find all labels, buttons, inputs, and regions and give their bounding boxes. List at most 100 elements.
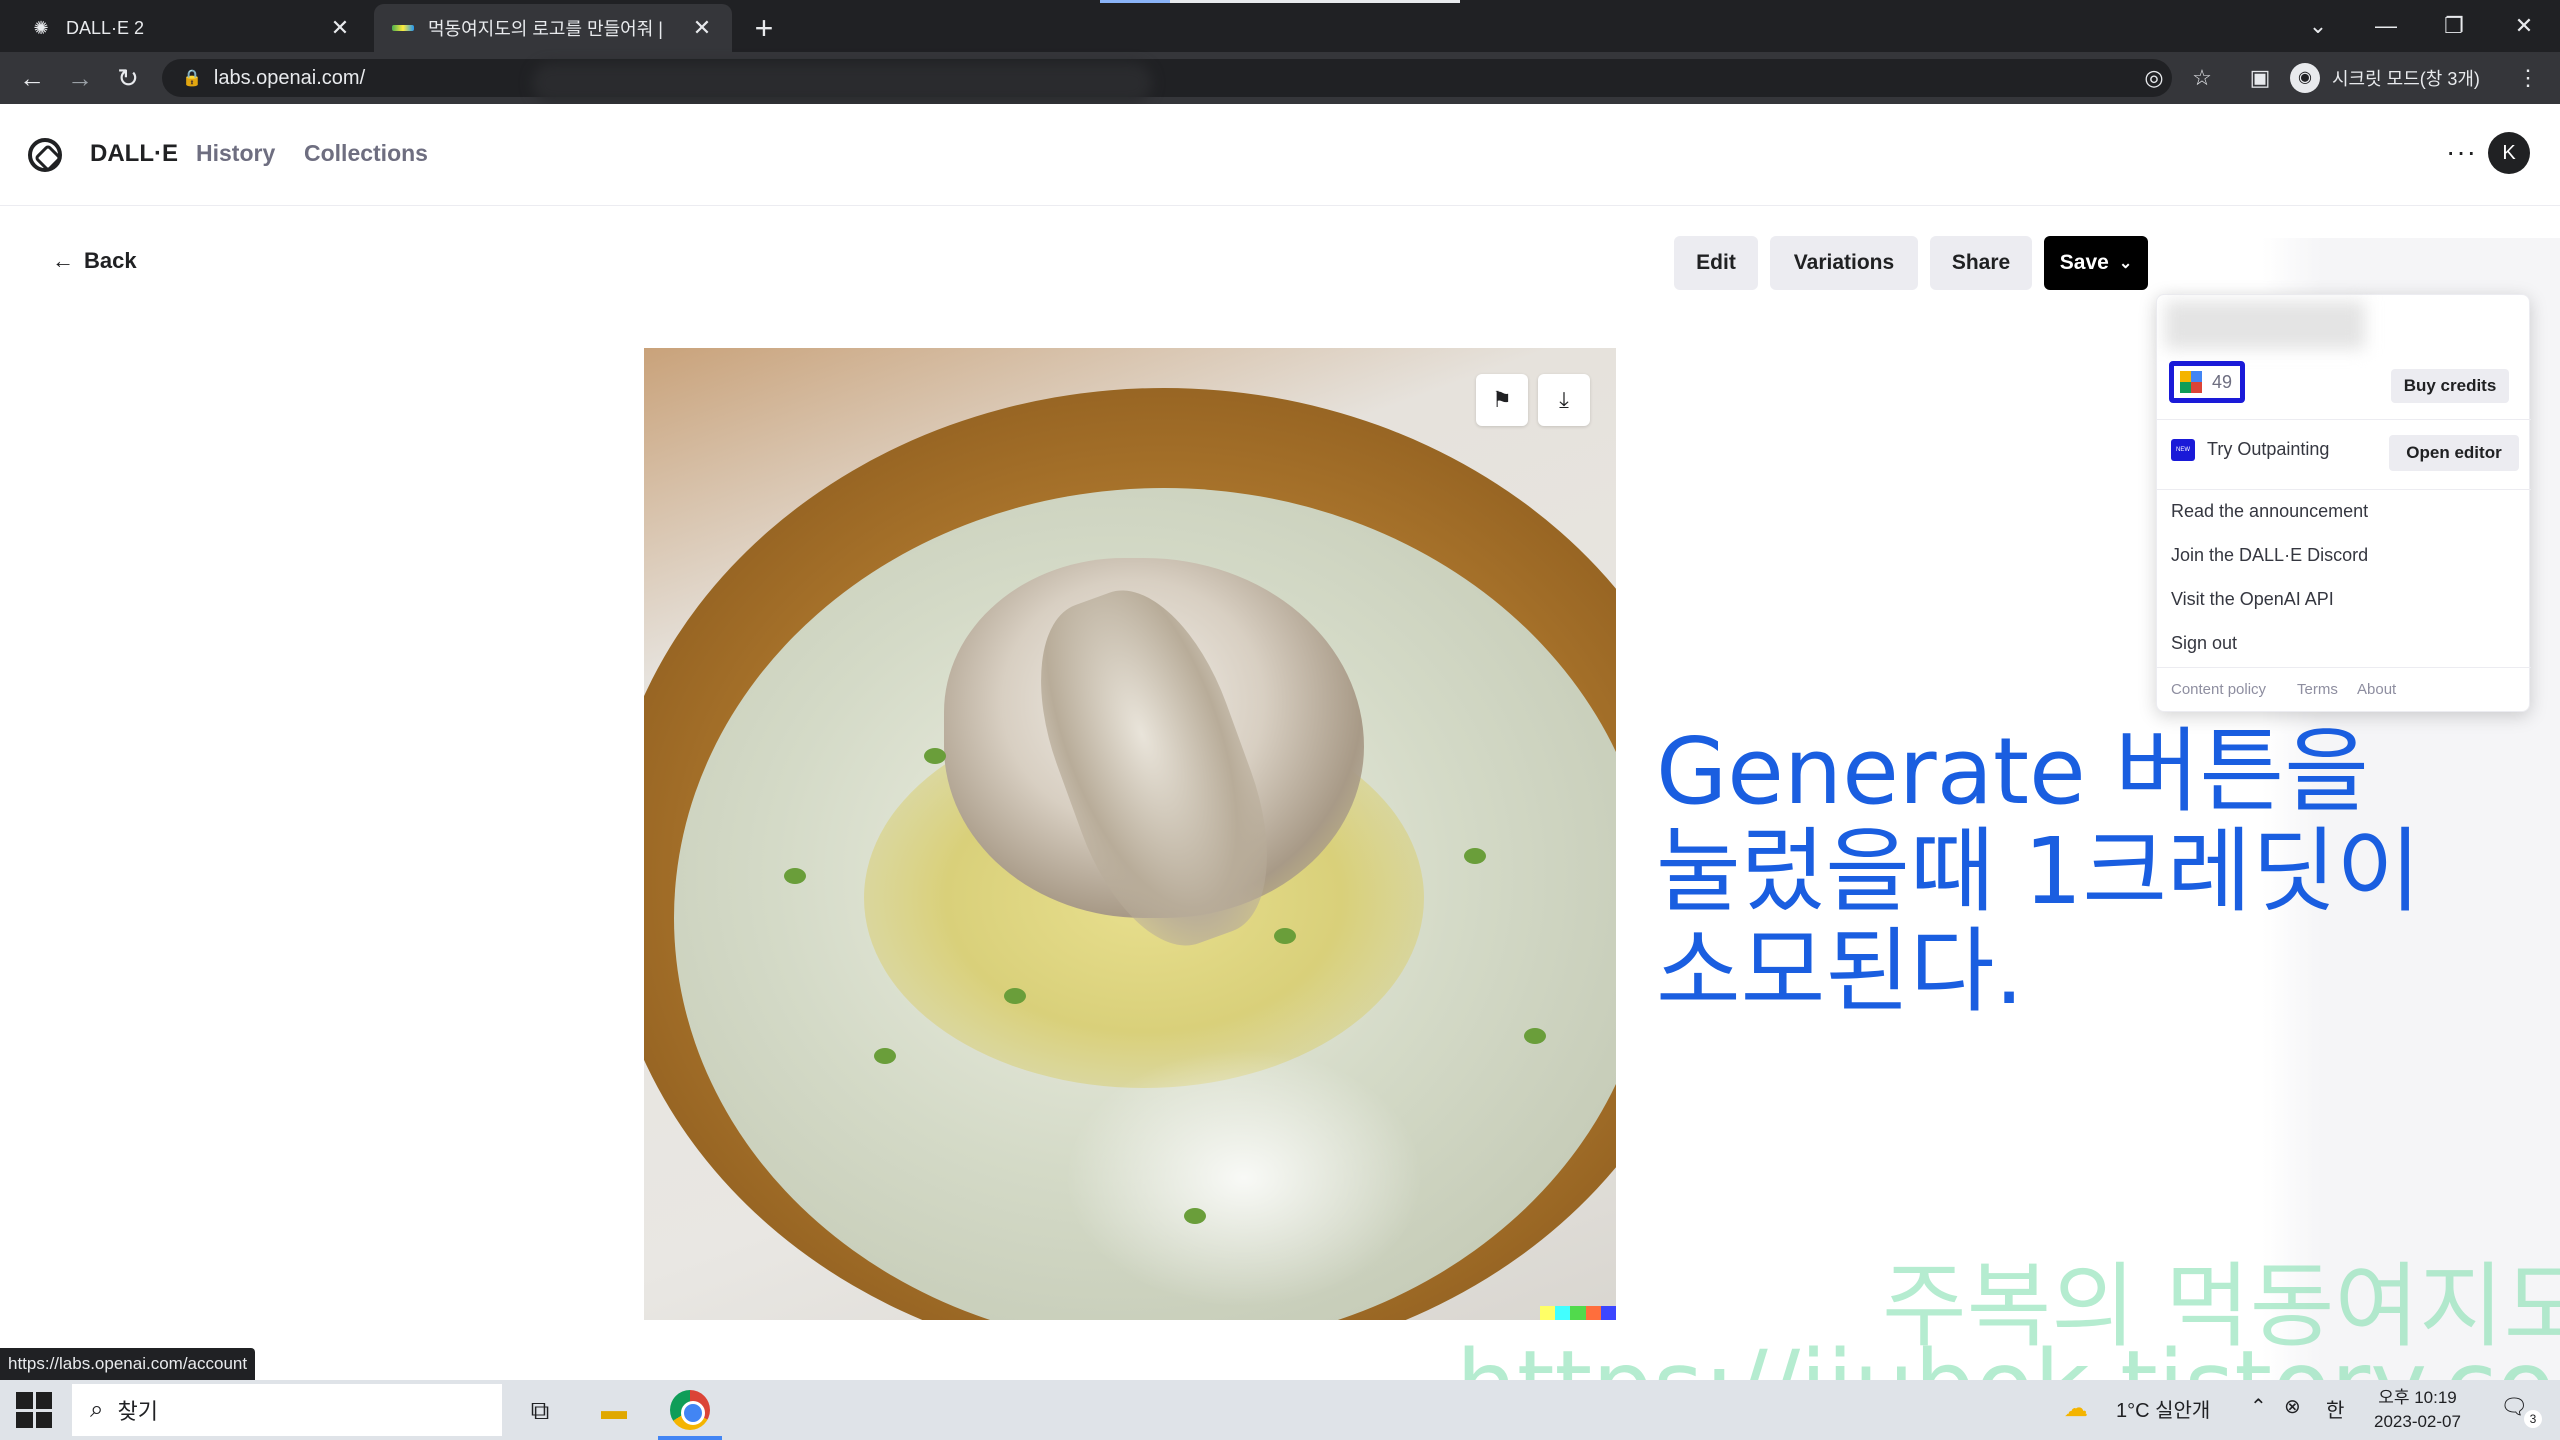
windows-start-icon[interactable]: [16, 1392, 52, 1428]
image-pea: [1184, 1208, 1206, 1224]
tab-active[interactable]: 먹동여지도의 로고를 만들어줘 | ✕: [374, 4, 732, 52]
dalle-signature: [1540, 1306, 1616, 1320]
openai-logo-icon[interactable]: [28, 138, 62, 172]
tab-close-icon[interactable]: ✕: [690, 15, 714, 41]
close-window-button[interactable]: ✕: [2496, 6, 2552, 46]
nav-history[interactable]: History: [196, 140, 275, 167]
footer-content-policy[interactable]: Content policy: [2171, 681, 2266, 698]
tab-title: 먹동여지도의 로고를 만들어줘 |: [428, 19, 663, 39]
openai-favicon-icon: ✺: [33, 17, 49, 38]
bookmark-star-icon[interactable]: ☆: [2184, 60, 2220, 96]
side-panel-icon[interactable]: ▣: [2242, 60, 2278, 96]
incognito-indicator[interactable]: ◉ 시크릿 모드(창 3개): [2290, 60, 2480, 96]
browser-tab-bar: ✺ DALL·E 2 ✕ 먹동여지도의 로고를 만들어줘 | ✕ + ⌄ — ❐…: [0, 0, 2560, 52]
taskbar-search-text: 찾기: [117, 1399, 158, 1424]
windows-taskbar: ⌕ 찾기 ⧉ ▬ ☁ 1°C 실안개 ⌃ ⊗ 한 오후 10:19 2023-0…: [0, 1380, 2560, 1440]
chrome-icon[interactable]: [670, 1390, 710, 1430]
save-label: Save: [2059, 251, 2109, 274]
open-editor-button[interactable]: Open editor: [2389, 435, 2519, 471]
back-button[interactable]: ← Back: [52, 248, 137, 274]
arrow-left-icon: ←: [52, 248, 74, 273]
user-info-redaction: [2165, 301, 2365, 349]
system-clock[interactable]: 오후 10:19 2023-02-07: [2374, 1386, 2461, 1434]
new-badge: NEW: [2171, 439, 2195, 461]
browser-toolbar: ← → ↻ 🔒 labs.openai.com/ ◎ ☆ ▣ ◉ 시크릿 모드(…: [0, 52, 2560, 104]
menu-item-discord[interactable]: Join the DALL·E Discord: [2171, 545, 2368, 566]
address-bar[interactable]: 🔒 labs.openai.com/: [162, 59, 2172, 103]
ime-indicator[interactable]: 한: [2326, 1394, 2344, 1423]
share-button[interactable]: Share: [1930, 236, 2032, 290]
back-label: Back: [84, 248, 137, 273]
reload-icon[interactable]: ↻: [110, 60, 146, 96]
image-pea: [1464, 848, 1486, 864]
clock-date: 2023-02-07: [2374, 1412, 2461, 1431]
divider: [2157, 667, 2531, 668]
more-options-icon[interactable]: ···: [2446, 136, 2477, 168]
annotation-line: 소모된다.: [1656, 918, 2024, 1025]
nav-collections[interactable]: Collections: [304, 140, 428, 167]
divider: [2157, 419, 2531, 420]
annotation-line: 눌렀을때 1크레딧이: [1656, 818, 2421, 925]
loading-indicator-track: [1170, 0, 1460, 3]
new-tab-button[interactable]: +: [748, 10, 780, 47]
url-text: labs.openai.com/: [213, 66, 366, 89]
annotation-line: Generate 버튼을: [1656, 718, 2369, 825]
tab-dalle[interactable]: ✺ DALL·E 2 ✕: [12, 4, 370, 52]
try-outpainting-label: Try Outpainting: [2207, 439, 2330, 459]
minimize-button[interactable]: —: [2358, 6, 2414, 46]
image-pea: [1274, 928, 1296, 944]
menu-item-sign-out[interactable]: Sign out: [2171, 633, 2237, 654]
weather-text[interactable]: 1°C 실안개: [2116, 1394, 2210, 1423]
tab-title: DALL·E 2: [66, 17, 145, 38]
save-button[interactable]: Save ⌄: [2044, 236, 2148, 290]
image-pea: [1004, 988, 1026, 1004]
menu-item-openai-api[interactable]: Visit the OpenAI API: [2171, 589, 2334, 610]
credits-counter: 49: [2169, 361, 2245, 403]
footer-about[interactable]: About: [2357, 681, 2396, 698]
avatar[interactable]: K: [2488, 132, 2530, 174]
clock-time: 오후 10:19: [2378, 1388, 2457, 1407]
tray-close-icon[interactable]: ⊗: [2284, 1394, 2301, 1419]
restore-button[interactable]: ❐: [2426, 6, 2482, 46]
variations-button[interactable]: Variations: [1770, 236, 1918, 290]
task-view-icon[interactable]: ⧉: [516, 1388, 564, 1432]
brand-link[interactable]: DALL·E: [90, 140, 178, 168]
image-pea: [1524, 1028, 1546, 1044]
divider: [2157, 489, 2531, 490]
taskbar-search[interactable]: ⌕ 찾기: [72, 1384, 502, 1436]
flag-icon[interactable]: ⚑: [1476, 374, 1528, 426]
tab-search-icon[interactable]: ⌄: [2290, 6, 2346, 46]
chevron-down-icon: ⌄: [2118, 255, 2133, 272]
incognito-label: 시크릿 모드(창 3개): [2332, 69, 2480, 89]
file-explorer-icon[interactable]: ▬: [590, 1388, 638, 1432]
status-url-bubble: https://labs.openai.com/account: [0, 1348, 256, 1380]
generated-image[interactable]: ⚑ ⤓: [644, 348, 1616, 1320]
footer-terms[interactable]: Terms: [2297, 681, 2338, 698]
active-app-indicator: [658, 1436, 722, 1440]
image-pea: [874, 1048, 896, 1064]
url-redaction: [532, 63, 1152, 103]
annotation-text: Generate 버튼을 눌렀을때 1크레딧이 소모된다.: [1656, 722, 2476, 1022]
tab-close-icon[interactable]: ✕: [328, 15, 352, 41]
download-icon[interactable]: ⤓: [1538, 374, 1590, 426]
forward-arrow-icon[interactable]: →: [62, 60, 98, 96]
image-reflection: [1064, 1048, 1424, 1308]
edit-button[interactable]: Edit: [1674, 236, 1758, 290]
image-pea: [784, 868, 806, 884]
dalle-page: DALL·E History Collections ··· K ← Back …: [0, 104, 2560, 1380]
eye-off-icon[interactable]: ◎: [2136, 60, 2172, 96]
tistory-favicon-icon: [392, 17, 414, 39]
menu-item-announcement[interactable]: Read the announcement: [2171, 501, 2368, 522]
tray-chevron-icon[interactable]: ⌃: [2250, 1394, 2267, 1419]
back-arrow-icon[interactable]: ←: [14, 60, 50, 96]
weather-icon: ☁: [2064, 1395, 2088, 1422]
image-pea: [924, 748, 946, 764]
lock-icon: 🔒: [182, 70, 202, 87]
browser-menu-icon[interactable]: ⋮: [2510, 60, 2546, 96]
search-icon: ⌕: [90, 1396, 104, 1423]
buy-credits-button[interactable]: Buy credits: [2391, 369, 2509, 403]
credits-icon: [2180, 371, 2202, 393]
incognito-icon: ◉: [2290, 63, 2320, 93]
account-dropdown: 49 Buy credits NEW Try Outpainting Open …: [2156, 294, 2531, 712]
top-nav: DALL·E History Collections ··· K: [0, 104, 2560, 206]
